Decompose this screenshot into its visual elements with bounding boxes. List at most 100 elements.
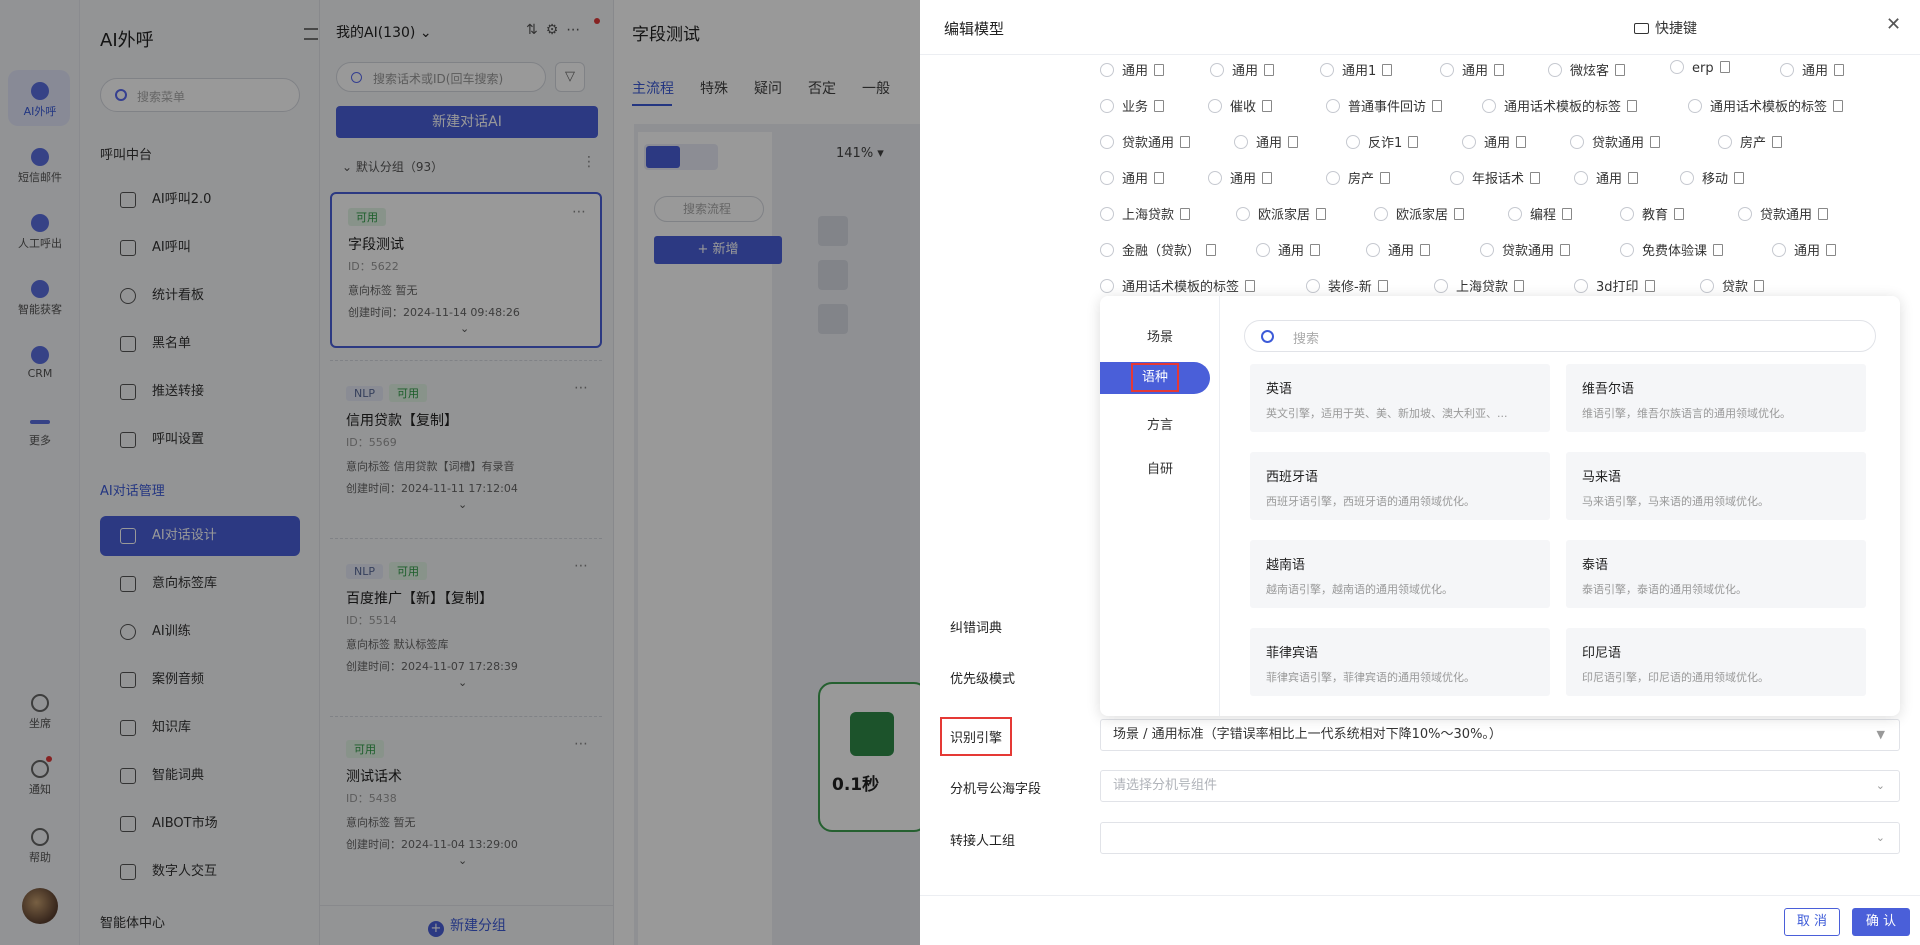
shortcut-button[interactable]: 快捷键: [1634, 18, 1697, 38]
model-radio-option[interactable]: 贷款通用: [1480, 240, 1571, 259]
model-radio-option[interactable]: 上海贷款: [1434, 276, 1525, 295]
document-icon[interactable]: [1674, 208, 1685, 220]
model-radio-option[interactable]: 通用话术模板的标签: [1688, 96, 1844, 115]
model-radio-option[interactable]: 通用话术模板的标签: [1482, 96, 1638, 115]
model-radio-option[interactable]: erp: [1670, 60, 1730, 76]
radio-icon[interactable]: [1738, 207, 1752, 221]
model-radio-option[interactable]: 上海贷款: [1100, 204, 1191, 223]
radio-icon[interactable]: [1482, 99, 1496, 113]
document-icon[interactable]: [1650, 136, 1661, 148]
document-icon[interactable]: [1154, 100, 1165, 112]
radio-icon[interactable]: [1100, 279, 1114, 293]
radio-icon[interactable]: [1620, 243, 1634, 257]
radio-icon[interactable]: [1100, 135, 1114, 149]
model-radio-option[interactable]: 教育: [1620, 204, 1685, 223]
document-icon[interactable]: [1560, 244, 1571, 256]
radio-icon[interactable]: [1688, 99, 1702, 113]
document-icon[interactable]: [1262, 100, 1273, 112]
category-dialect[interactable]: 方言: [1100, 414, 1220, 433]
document-icon[interactable]: [1154, 64, 1165, 76]
engine-option-malay[interactable]: 马来语 马来语引擎，马来语的通用领域优化。: [1566, 452, 1866, 520]
document-icon[interactable]: [1380, 172, 1391, 184]
transfer-group-select[interactable]: ⌄: [1100, 822, 1900, 854]
document-icon[interactable]: [1834, 64, 1845, 76]
model-radio-option[interactable]: 通用: [1574, 168, 1639, 187]
category-self-developed[interactable]: 自研: [1100, 458, 1220, 477]
document-icon[interactable]: [1833, 100, 1844, 112]
document-icon[interactable]: [1310, 244, 1321, 256]
model-radio-option[interactable]: 催收: [1208, 96, 1273, 115]
document-icon[interactable]: [1420, 244, 1431, 256]
radio-icon[interactable]: [1450, 171, 1464, 185]
model-radio-option[interactable]: 通用: [1780, 60, 1845, 79]
document-icon[interactable]: [1377, 280, 1388, 292]
model-radio-option[interactable]: 欧派家居: [1236, 204, 1327, 223]
model-radio-option[interactable]: 反诈1: [1346, 132, 1419, 151]
radio-icon[interactable]: [1434, 279, 1448, 293]
document-icon[interactable]: [1180, 136, 1191, 148]
radio-icon[interactable]: [1374, 207, 1388, 221]
radio-icon[interactable]: [1234, 135, 1248, 149]
model-radio-option[interactable]: 业务: [1100, 96, 1165, 115]
document-icon[interactable]: [1734, 172, 1745, 184]
document-icon[interactable]: [1644, 280, 1655, 292]
engine-option-spanish[interactable]: 西班牙语 西班牙语引擎，西班牙语的通用领域优化。: [1250, 452, 1550, 520]
document-icon[interactable]: [1754, 280, 1765, 292]
document-icon[interactable]: [1628, 172, 1639, 184]
document-icon[interactable]: [1245, 280, 1256, 292]
model-radio-option[interactable]: 通用: [1100, 60, 1165, 79]
model-radio-option[interactable]: 房产: [1326, 168, 1391, 187]
model-radio-option[interactable]: 贷款通用: [1738, 204, 1829, 223]
radio-icon[interactable]: [1210, 63, 1224, 77]
model-radio-option[interactable]: 装修-新: [1306, 276, 1388, 295]
model-radio-option[interactable]: 通用: [1234, 132, 1299, 151]
radio-icon[interactable]: [1680, 171, 1694, 185]
confirm-button[interactable]: 确 认: [1852, 908, 1910, 936]
radio-icon[interactable]: [1366, 243, 1380, 257]
model-radio-option[interactable]: 通用: [1100, 168, 1165, 187]
radio-icon[interactable]: [1208, 99, 1222, 113]
radio-icon[interactable]: [1620, 207, 1634, 221]
category-scene[interactable]: 场景: [1100, 326, 1220, 345]
engine-search-input[interactable]: 搜索: [1244, 320, 1876, 352]
document-icon[interactable]: [1627, 100, 1638, 112]
model-radio-option[interactable]: 通用话术模板的标签: [1100, 276, 1256, 295]
model-radio-option[interactable]: 编程: [1508, 204, 1573, 223]
document-icon[interactable]: [1432, 100, 1443, 112]
document-icon[interactable]: [1454, 208, 1465, 220]
model-radio-option[interactable]: 通用: [1208, 168, 1273, 187]
model-radio-option[interactable]: 移动: [1680, 168, 1745, 187]
model-radio-option[interactable]: 通用: [1210, 60, 1275, 79]
engine-option-english[interactable]: 英语 英文引擎，适用于英、美、新加坡、澳大利亚、...: [1250, 364, 1550, 432]
close-icon[interactable]: ✕: [1886, 14, 1901, 35]
radio-icon[interactable]: [1780, 63, 1794, 77]
engine-option-indonesian[interactable]: 印尼语 印尼语引擎，印尼语的通用领域优化。: [1566, 628, 1866, 696]
document-icon[interactable]: [1262, 172, 1273, 184]
model-radio-option[interactable]: 金融（贷款）: [1100, 240, 1217, 259]
document-icon[interactable]: [1382, 64, 1393, 76]
model-radio-option[interactable]: 贷款: [1700, 276, 1765, 295]
model-radio-option[interactable]: 年报话术: [1450, 168, 1541, 187]
document-icon[interactable]: [1494, 64, 1505, 76]
radio-icon[interactable]: [1462, 135, 1476, 149]
radio-icon[interactable]: [1574, 279, 1588, 293]
radio-icon[interactable]: [1100, 99, 1114, 113]
radio-icon[interactable]: [1346, 135, 1360, 149]
radio-icon[interactable]: [1548, 63, 1562, 77]
radio-icon[interactable]: [1256, 243, 1270, 257]
radio-icon[interactable]: [1306, 279, 1320, 293]
document-icon[interactable]: [1530, 172, 1541, 184]
radio-icon[interactable]: [1100, 243, 1114, 257]
document-icon[interactable]: [1562, 208, 1573, 220]
radio-icon[interactable]: [1772, 243, 1786, 257]
model-radio-option[interactable]: 通用1: [1320, 60, 1393, 79]
document-icon[interactable]: [1514, 280, 1525, 292]
radio-icon[interactable]: [1718, 135, 1732, 149]
document-icon[interactable]: [1316, 208, 1327, 220]
model-radio-option[interactable]: 微炫客: [1548, 60, 1626, 79]
radio-icon[interactable]: [1440, 63, 1454, 77]
radio-icon[interactable]: [1670, 60, 1684, 74]
engine-option-vietnamese[interactable]: 越南语 越南语引擎，越南语的通用领域优化。: [1250, 540, 1550, 608]
model-radio-option[interactable]: 欧派家居: [1374, 204, 1465, 223]
radio-icon[interactable]: [1208, 171, 1222, 185]
